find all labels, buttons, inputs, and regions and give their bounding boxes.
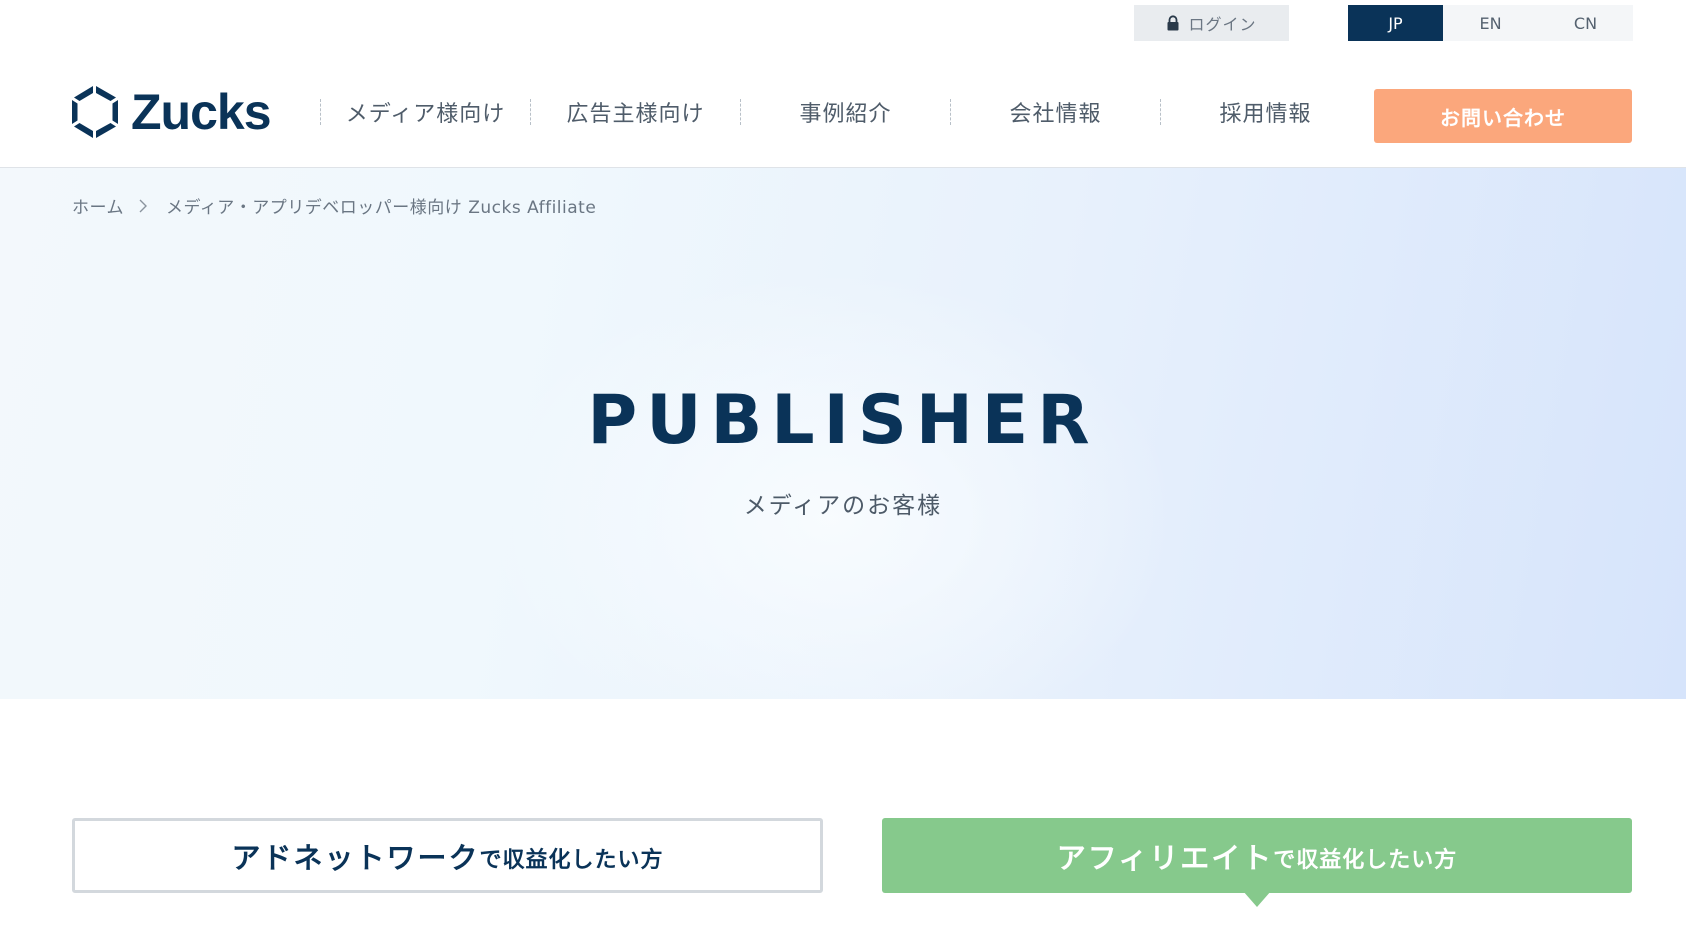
language-switcher: JP EN CN — [1348, 5, 1633, 41]
nav-item-advertisers[interactable]: 広告主様向け — [530, 99, 740, 127]
breadcrumb: ホーム メディア・アプリデベロッパー様向け Zucks Affiliate — [72, 193, 596, 218]
utility-bar: ログイン JP EN CN — [0, 5, 1686, 42]
zucks-logo-icon — [72, 86, 118, 138]
tab-adnetwork-suffix: で収益化したい方 — [479, 847, 664, 873]
nav-item-company[interactable]: 会社情報 — [950, 99, 1160, 127]
page-title: PUBLISHER — [587, 381, 1099, 460]
lang-jp-button[interactable]: JP — [1348, 5, 1443, 41]
hero-glow — [480, 268, 1180, 699]
chevron-right-icon — [139, 199, 147, 212]
contact-button[interactable]: お問い合わせ — [1374, 89, 1632, 143]
active-tab-pointer — [1243, 891, 1271, 907]
logo-text: Zucks — [131, 84, 272, 140]
tab-adnetwork[interactable]: アドネットワーク で収益化したい方 — [72, 818, 823, 893]
tab-adnetwork-title: アドネットワーク — [231, 840, 480, 875]
site-header: Zucks メディア様向け 広告主様向け 事例紹介 会社情報 採用情報 お問い合… — [0, 42, 1686, 168]
breadcrumb-home-link[interactable]: ホーム — [72, 193, 124, 218]
site-logo[interactable]: Zucks — [71, 84, 272, 140]
breadcrumb-current: メディア・アプリデベロッパー様向け Zucks Affiliate — [166, 198, 597, 218]
lock-icon — [1167, 15, 1179, 31]
tab-affiliate-suffix: で収益化したい方 — [1273, 847, 1458, 873]
login-label: ログイン — [1188, 15, 1257, 34]
nav-item-case-studies[interactable]: 事例紹介 — [740, 99, 950, 127]
main-nav: メディア様向け 広告主様向け 事例紹介 会社情報 採用情報 — [320, 92, 1370, 132]
lang-en-button[interactable]: EN — [1443, 5, 1538, 41]
page-subtitle: メディアのお客様 — [743, 493, 943, 519]
nav-item-recruit[interactable]: 採用情報 — [1160, 99, 1370, 127]
lang-cn-button[interactable]: CN — [1538, 5, 1633, 41]
nav-item-media[interactable]: メディア様向け — [320, 99, 530, 127]
hero-section: ホーム メディア・アプリデベロッパー様向け Zucks Affiliate PU… — [0, 168, 1686, 699]
tab-affiliate[interactable]: アフィリエイト で収益化したい方 — [882, 818, 1632, 893]
login-button[interactable]: ログイン — [1134, 5, 1289, 41]
tab-affiliate-title: アフィリエイト — [1056, 840, 1274, 875]
